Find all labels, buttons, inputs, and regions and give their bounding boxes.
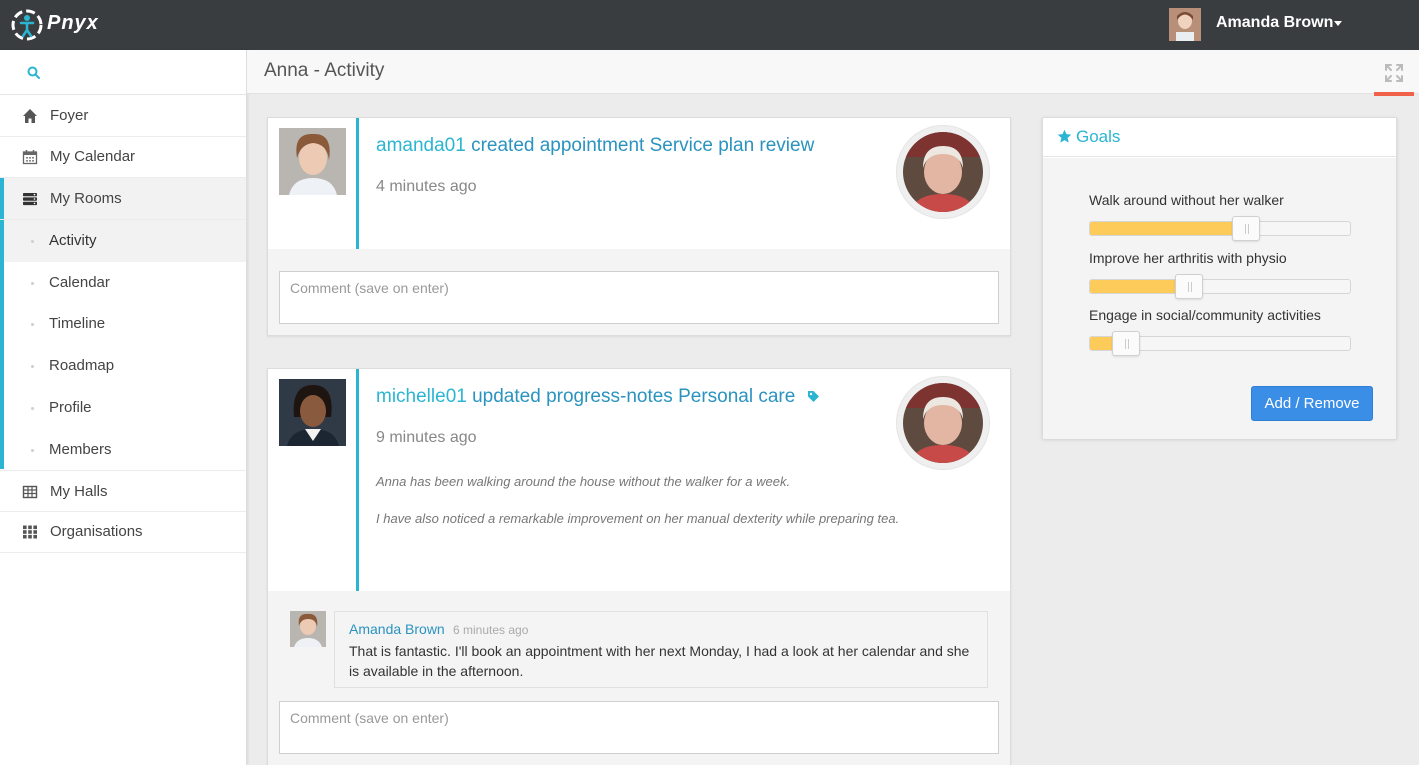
goal-slider-handle[interactable]	[1232, 216, 1260, 241]
sidebar-item-my-calendar[interactable]: My Calendar	[0, 136, 246, 178]
subitem-label: Calendar	[49, 274, 110, 291]
bullet-dot	[31, 449, 34, 452]
subitem-label: Members	[49, 441, 112, 458]
goals-title: Goals	[1076, 127, 1121, 146]
sidebar: Foyer My Calendar My Rooms Activity Cale…	[0, 50, 247, 765]
goal-slider-handle[interactable]	[1174, 274, 1203, 299]
bullet-dot	[31, 365, 34, 368]
subitem-label: Timeline	[49, 315, 106, 332]
table-icon	[22, 485, 38, 499]
calendar-icon	[22, 150, 38, 165]
sidebar-subitem-timeline[interactable]: Timeline	[4, 303, 246, 345]
activity-card-body: michelle01 updated progress-notes Person…	[268, 369, 1010, 591]
fullscreen-expand-icon[interactable]	[1384, 63, 1404, 83]
sidebar-item-my-halls[interactable]: My Halls	[0, 470, 246, 512]
rooms-icon	[23, 193, 37, 206]
sidebar-subitem-members[interactable]: Members	[4, 429, 246, 471]
goals-header: Goals	[1043, 118, 1396, 157]
sidebar-item-label: Foyer	[50, 107, 89, 124]
reply-author-avatar[interactable]	[290, 611, 326, 647]
sidebar-subitem-calendar[interactable]: Calendar	[4, 262, 246, 304]
goals-panel: Goals Walk around without her walker Imp…	[1042, 117, 1397, 439]
user-name[interactable]: Amanda Brown	[1216, 14, 1333, 32]
sidebar-item-label: My Calendar	[50, 148, 136, 165]
activity-card: michelle01 updated progress-notes Person…	[267, 368, 1011, 765]
sidebar-subitem-activity[interactable]: Activity	[4, 220, 246, 262]
activity-card-body: amanda01 created appointment Service pla…	[268, 118, 1010, 249]
tag-icon[interactable]	[807, 390, 820, 403]
goal-label: Engage in social/community activities	[1089, 307, 1321, 323]
home-icon	[23, 109, 37, 123]
goal-label: Walk around without her walker	[1089, 192, 1284, 208]
user-avatar[interactable]	[1169, 8, 1201, 41]
author-avatar[interactable]	[279, 128, 346, 195]
card-accent-line	[356, 118, 359, 249]
goal-slider-handle[interactable]	[1112, 331, 1141, 356]
user-menu-caret-icon[interactable]	[1334, 21, 1342, 26]
sidebar-item-label: My Halls	[50, 483, 108, 500]
progress-note-text: Anna has been walking around the house w…	[376, 474, 791, 489]
goal-label: Improve her arthritis with physio	[1089, 250, 1287, 266]
subitem-label: Roadmap	[49, 357, 115, 374]
activity-card-footer: Amanda Brown 6 minutes ago That is fanta…	[268, 591, 1010, 765]
goal-slider-fill	[1090, 280, 1189, 293]
resident-avatar[interactable]	[896, 376, 990, 470]
sidebar-item-organisations[interactable]: Organisations	[0, 511, 246, 553]
goal-slider[interactable]	[1089, 216, 1351, 241]
goals-body: Walk around without her walker Improve h…	[1043, 158, 1396, 439]
add-remove-goals-button[interactable]: Add / Remove	[1251, 386, 1373, 421]
activity-time: 9 minutes ago	[376, 429, 477, 446]
subitem-label: Profile	[49, 399, 92, 416]
reply-comment: Amanda Brown 6 minutes ago That is fanta…	[334, 611, 988, 688]
logo-text[interactable]: Pnyx	[47, 12, 99, 35]
bullet-dot	[31, 323, 34, 326]
grid-icon	[23, 525, 37, 539]
author-avatar[interactable]	[279, 379, 346, 446]
my-rooms-submenu: Activity Calendar Timeline Roadmap Profi…	[0, 220, 246, 469]
card-accent-line	[356, 369, 359, 591]
sidebar-subitem-roadmap[interactable]: Roadmap	[4, 345, 246, 387]
activity-card-footer	[268, 249, 1010, 335]
activity-headline: michelle01 updated progress-notes Person…	[376, 386, 820, 408]
subitem-label: Activity	[49, 232, 97, 249]
active-indicator	[1374, 92, 1414, 96]
sidebar-item-label: Organisations	[50, 523, 143, 540]
activity-user-link[interactable]: amanda01	[376, 135, 466, 156]
sidebar-item-label: My Rooms	[50, 190, 122, 207]
search-icon[interactable]	[27, 66, 40, 79]
reply-author-link[interactable]: Amanda Brown	[349, 621, 445, 637]
reply-text: That is fantastic. I'll book an appointm…	[349, 643, 970, 679]
activity-card: amanda01 created appointment Service pla…	[267, 117, 1011, 336]
comment-input[interactable]	[279, 271, 999, 324]
progress-note-text: I have also noticed a remarkable improve…	[376, 511, 900, 526]
sidebar-subitem-profile[interactable]: Profile	[4, 387, 246, 429]
goal-slider[interactable]	[1089, 274, 1351, 299]
star-icon	[1057, 129, 1072, 143]
comment-input[interactable]	[279, 701, 999, 754]
activity-time: 4 minutes ago	[376, 178, 477, 195]
activity-headline: amanda01 created appointment Service pla…	[376, 135, 814, 157]
pnyx-logo-icon[interactable]	[10, 8, 44, 42]
goal-slider[interactable]	[1089, 331, 1351, 356]
reply-time: 6 minutes ago	[453, 623, 529, 637]
bullet-dot	[31, 282, 34, 285]
page-header: Anna - Activity	[247, 50, 1419, 96]
bullet-dot	[31, 240, 34, 243]
bullet-dot	[31, 407, 34, 410]
activity-user-link[interactable]: michelle01	[376, 386, 467, 407]
activity-action-link[interactable]: updated progress-notes Personal care	[472, 386, 795, 407]
top-bar: Pnyx Amanda Brown	[0, 0, 1419, 50]
page-title: Anna - Activity	[264, 60, 385, 81]
sidebar-item-my-rooms[interactable]: My Rooms	[0, 178, 246, 220]
sidebar-search[interactable]	[0, 50, 246, 95]
sidebar-item-foyer[interactable]: Foyer	[0, 95, 246, 137]
resident-avatar[interactable]	[896, 125, 990, 219]
activity-action-link[interactable]: created appointment Service plan review	[471, 135, 814, 156]
goal-slider-fill	[1090, 222, 1246, 235]
